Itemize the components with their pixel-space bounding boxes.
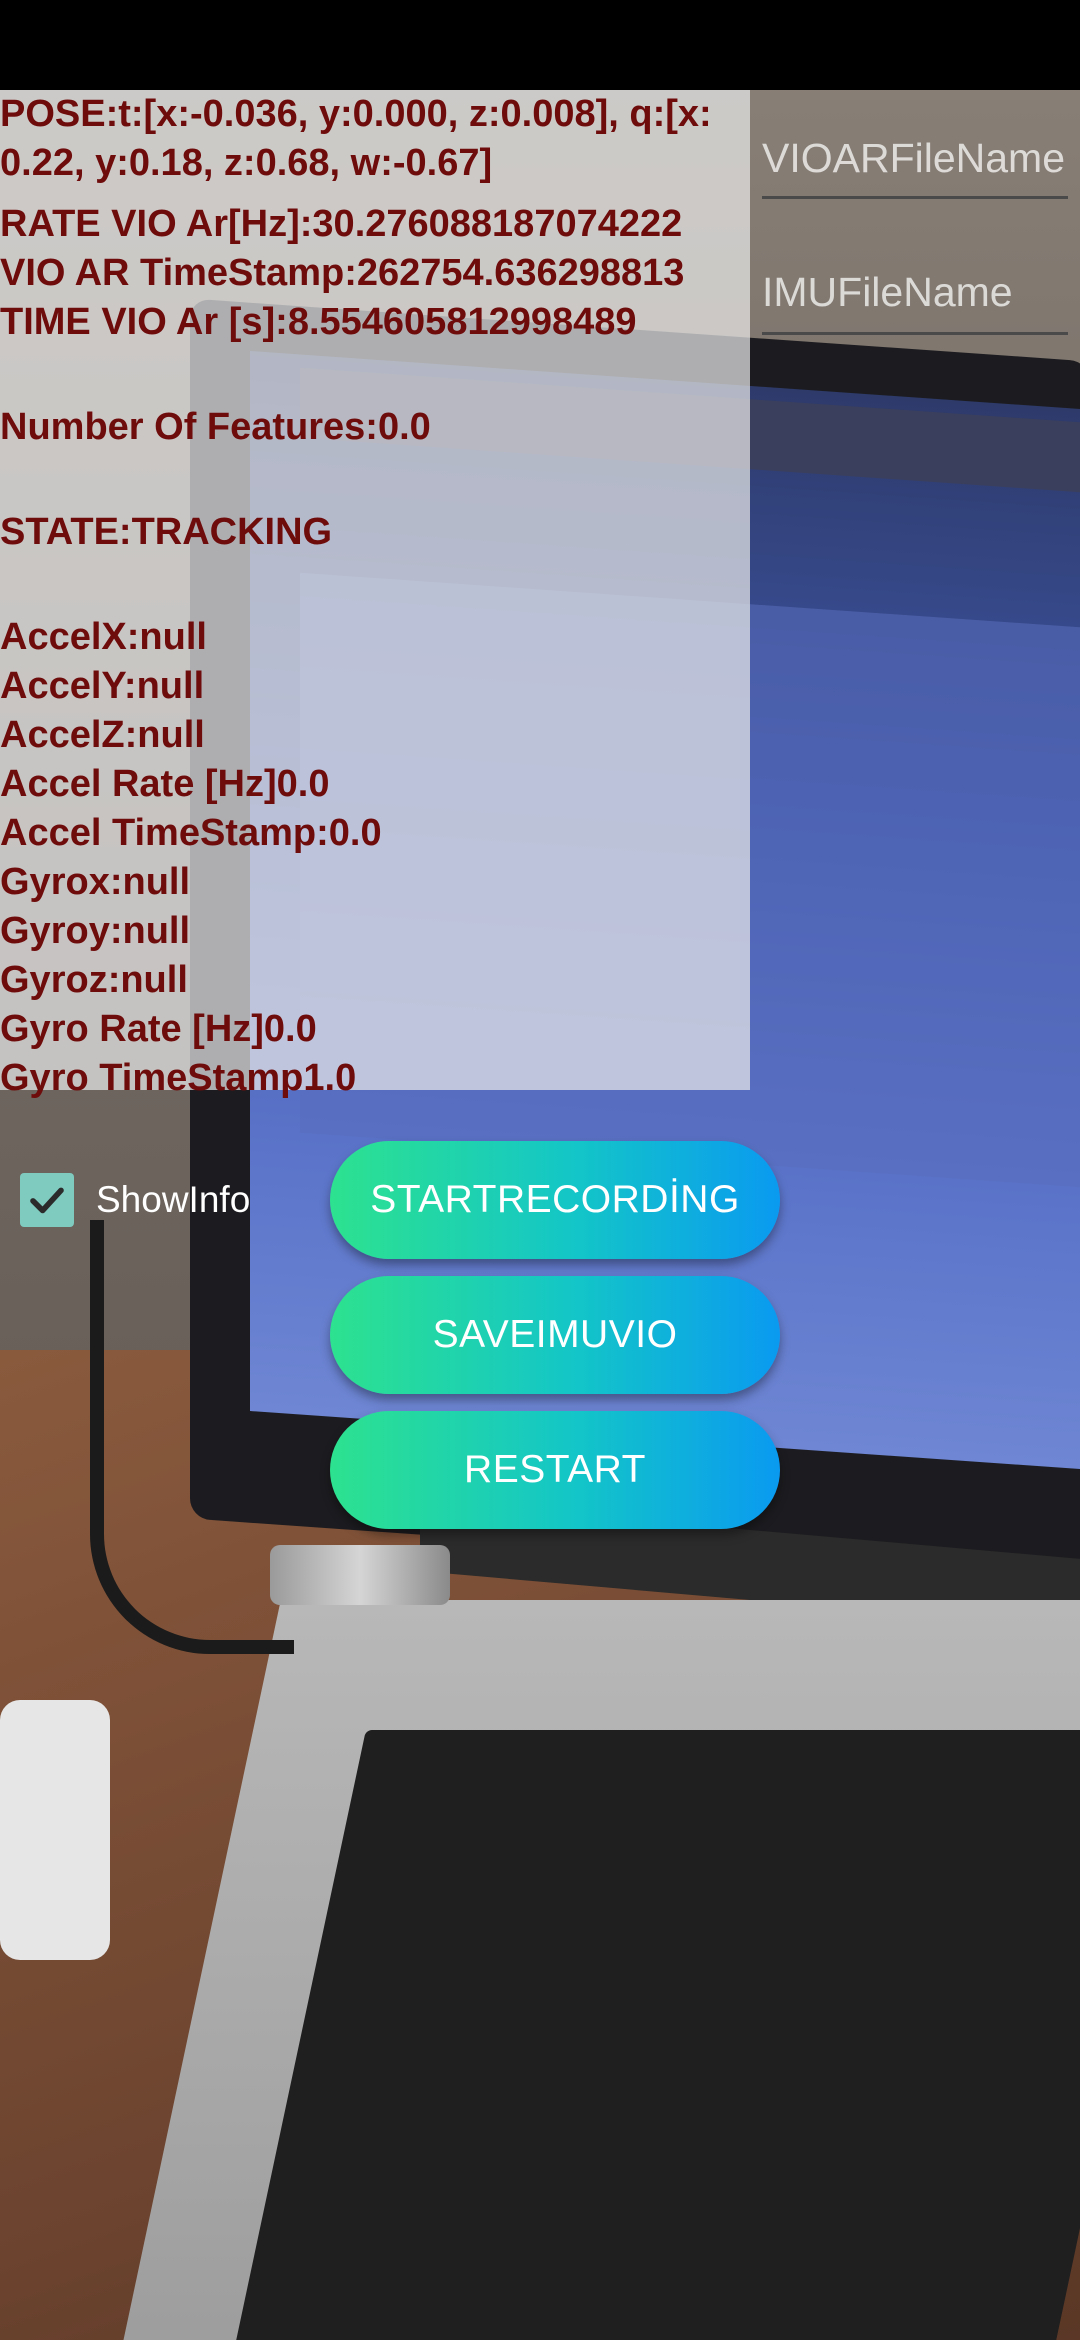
gyro-rate-text: Gyro Rate [Hz]0.0 xyxy=(0,1008,317,1050)
info-text-block: POSE:t:[x:-0.036, y:0.000, z:0.008], q:[… xyxy=(0,90,760,1103)
time-vio-text: TIME VIO Ar [s]:8.554605812998489 xyxy=(0,301,637,343)
gyro-timestamp-text: Gyro TimeStamp1.0 xyxy=(0,1057,357,1099)
save-imu-vio-button[interactable]: SAVEIMUVIO xyxy=(330,1276,780,1394)
gyro-y-text: Gyroy:null xyxy=(0,910,191,952)
gyro-x-text: Gyrox:null xyxy=(0,861,191,903)
accel-y-text: AccelY:null xyxy=(0,665,205,707)
accel-rate-text: Accel Rate [Hz]0.0 xyxy=(0,763,330,805)
checkbox-box[interactable] xyxy=(20,1173,74,1227)
state-text: STATE:TRACKING xyxy=(0,511,333,553)
vioar-filename-underline xyxy=(762,196,1068,199)
show-info-label: ShowInfo xyxy=(96,1179,251,1220)
accel-z-text: AccelZ:null xyxy=(0,714,205,756)
vio-timestamp-text: VIO AR TimeStamp:262754.636298813 xyxy=(0,252,685,294)
restart-button[interactable]: RESTART xyxy=(330,1411,780,1529)
accel-x-text: AccelX:null xyxy=(0,616,207,658)
imu-filename-input[interactable] xyxy=(762,262,1068,322)
pose-text: POSE:t:[x:-0.036, y:0.000, z:0.008], q:[… xyxy=(0,93,712,184)
rate-vio-text: RATE VIO Ar[Hz]:30.276088187074222 xyxy=(0,203,683,245)
check-icon xyxy=(30,1187,64,1214)
imu-filename-underline xyxy=(762,332,1068,335)
status-bar xyxy=(0,0,1080,90)
show-info-checkbox[interactable]: ShowInfo xyxy=(20,1172,250,1228)
accel-timestamp-text: Accel TimeStamp:0.0 xyxy=(0,812,382,854)
gyro-z-text: Gyroz:null xyxy=(0,959,188,1001)
start-recording-button[interactable]: STARTRECORDİNG xyxy=(330,1141,780,1259)
features-text: Number Of Features:0.0 xyxy=(0,406,431,448)
vioar-filename-input[interactable] xyxy=(762,128,1068,188)
